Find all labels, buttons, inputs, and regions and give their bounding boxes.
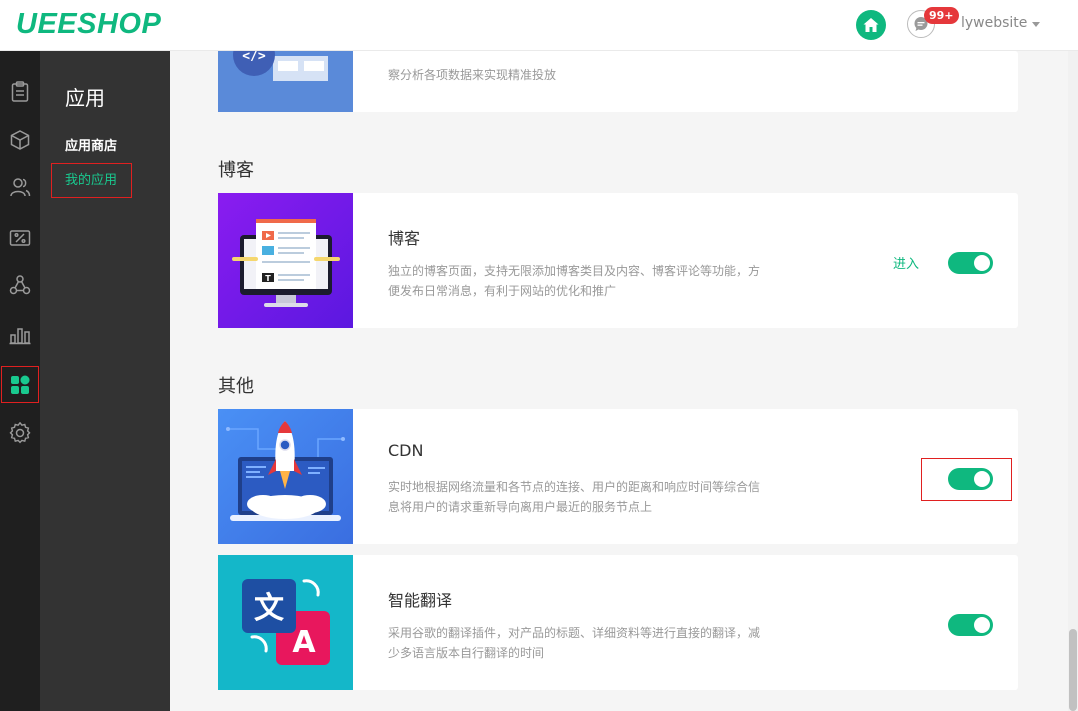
- translate-glyph-target: A: [292, 625, 316, 660]
- share-icon: [9, 275, 31, 295]
- sidebar-item-promotions[interactable]: [0, 218, 40, 258]
- notification-badge: 99+: [924, 7, 959, 24]
- blog-thumbnail: T: [218, 193, 353, 328]
- sidebar-item-statistics[interactable]: [0, 315, 40, 355]
- home-icon: [863, 18, 879, 32]
- svg-text:</>: </>: [242, 51, 266, 64]
- app-card-blog: T 博客 独立的博客页面，支持无限添加博客类目及内容、博客评论等功能，方便发布日…: [218, 193, 1018, 328]
- translate-illustration: 文 A: [242, 579, 330, 665]
- sidebar-item-customers[interactable]: [0, 167, 40, 207]
- toggle-translate[interactable]: [948, 614, 993, 636]
- app-card-translate: 文 A 智能翻译 采用谷歌的翻译插件，对产品的标题、详细资料等进行直接的翻译，减…: [218, 555, 1018, 690]
- toggle-knob: [974, 471, 990, 487]
- settings-icon: [9, 422, 31, 444]
- app-desc-translate: 采用谷歌的翻译插件，对产品的标题、详细资料等进行直接的翻译，减少多语言版本自行翻…: [388, 626, 761, 660]
- rocket-illustration: [226, 421, 345, 521]
- home-button[interactable]: [856, 10, 886, 40]
- app-card-cdn: CDN 实时地根据网络流量和各节点的连接、用户的距离和响应时间等综合信息将用户的…: [218, 409, 1018, 544]
- subnav-item-my-apps[interactable]: 我的应用: [51, 163, 132, 198]
- clipboard-icon: [11, 81, 29, 102]
- subnav-title: 应用: [65, 86, 105, 110]
- subnav-item-app-store[interactable]: 应用商店: [65, 135, 117, 154]
- icon-sidebar: [0, 51, 40, 711]
- main-content: </> 察分析各项数据来实现精准投放 博客 T 博客 独立的博客页面，支持无限添…: [170, 51, 1066, 711]
- app-title-translate: 智能翻译: [388, 591, 453, 610]
- toggle-blog[interactable]: [948, 252, 993, 274]
- cdn-thumbnail: [218, 409, 353, 544]
- ueeshop-logo[interactable]: UEESHOP: [16, 8, 161, 41]
- app-desc-blog: 独立的博客页面，支持无限添加博客类目及内容、博客评论等功能，方便发布日常消息，有…: [388, 264, 761, 298]
- sidebar-item-orders[interactable]: [0, 72, 40, 112]
- app-card-partial: </> 察分析各项数据来实现精准投放: [218, 51, 1018, 112]
- top-header: UEESHOP 99+ lywebsite: [0, 0, 1078, 51]
- stats-icon: [9, 328, 31, 345]
- app-thumbnail: </>: [218, 51, 353, 112]
- translate-thumbnail: 文 A: [218, 555, 353, 690]
- users-icon: [10, 178, 31, 197]
- sidebar-item-apps[interactable]: [1, 366, 39, 403]
- app-desc-cdn: 实时地根据网络流量和各节点的连接、用户的距离和响应时间等综合信息将用户的请求重新…: [388, 480, 761, 514]
- sub-navigation: 应用 应用商店 我的应用: [40, 51, 170, 711]
- apps-icon: [11, 375, 30, 394]
- app-title-blog: 博客: [388, 229, 421, 248]
- sidebar-item-marketing[interactable]: [0, 265, 40, 305]
- section-title-blog: 博客: [218, 160, 254, 181]
- toggle-knob: [974, 255, 990, 271]
- blog-illustration: T: [232, 219, 340, 307]
- section-title-other: 其他: [218, 376, 254, 397]
- code-illustration: </>: [233, 51, 328, 81]
- toggle-cdn[interactable]: [948, 468, 993, 490]
- username-dropdown[interactable]: lywebsite: [961, 15, 1027, 31]
- sidebar-item-products[interactable]: [0, 120, 40, 160]
- discount-icon: [9, 230, 31, 246]
- scrollbar[interactable]: [1068, 51, 1078, 711]
- app-title-cdn: CDN: [388, 441, 424, 460]
- chevron-down-icon[interactable]: [1032, 22, 1040, 27]
- translate-glyph-source: 文: [254, 591, 284, 626]
- toggle-knob: [974, 617, 990, 633]
- scrollbar-thumb[interactable]: [1069, 629, 1077, 711]
- sidebar-item-settings[interactable]: [0, 413, 40, 453]
- app-description: 察分析各项数据来实现精准投放: [388, 68, 557, 82]
- enter-blog-link[interactable]: 进入: [893, 253, 919, 272]
- svg-text:T: T: [265, 274, 271, 283]
- box-icon: [10, 130, 30, 150]
